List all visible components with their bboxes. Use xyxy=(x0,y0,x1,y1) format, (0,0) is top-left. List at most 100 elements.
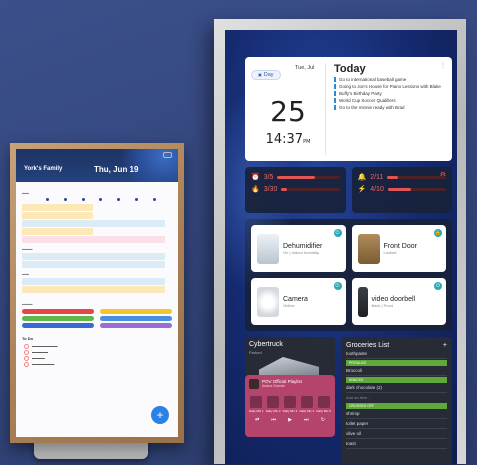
grocery-item[interactable]: Broccoli xyxy=(346,366,447,376)
event-text: Buffy's Birthday Party xyxy=(339,91,382,96)
grocery-items: toothpaste PRODUCE Broccoli SNACKS dark choc… xyxy=(346,349,447,449)
stat-value: 2/11 xyxy=(370,173,384,181)
mix-cover xyxy=(283,396,296,408)
grocery-header: Groceries List + xyxy=(346,342,447,349)
event-row[interactable] xyxy=(22,253,165,260)
mix-cover xyxy=(250,396,263,408)
day-number: 25 xyxy=(270,95,306,128)
mix-tile[interactable]: Daily Mix 1 xyxy=(249,396,264,413)
event-row[interactable] xyxy=(22,220,165,227)
event-list: Go to international baseball game Going t… xyxy=(334,77,446,110)
mix-list: Daily Mix 1 Daily Mix 2 Daily Mix 3 Daily M… xyxy=(249,396,331,413)
event-text: World Cup Soccer Qualifiers xyxy=(339,98,396,103)
left-header: York's Family Thu, Jun 19 xyxy=(16,149,178,182)
mix-cover xyxy=(317,396,330,408)
playback-controls: ⇄ ⏮ ▶ ⏭ ↻ xyxy=(249,417,331,423)
shuffle-icon[interactable]: ⇄ xyxy=(255,417,259,423)
clock-time: 14:37 xyxy=(265,132,304,147)
event-item[interactable]: Going to Jon's House for Piano Lessons w… xyxy=(334,84,446,89)
mix-tile[interactable]: Daily Mix 4 xyxy=(299,396,314,413)
stat-bar xyxy=(387,175,446,179)
grocery-item[interactable]: toast xyxy=(346,439,447,449)
stat-bar xyxy=(277,175,340,179)
stat-line: ⚡ 4/10 xyxy=(358,183,446,195)
grocery-item[interactable]: dark chocolate (2) xyxy=(346,383,447,393)
event-item[interactable]: Go to international baseball game xyxy=(334,77,446,82)
event-row[interactable] xyxy=(22,278,165,285)
grocery-item[interactable]: toothpaste xyxy=(346,349,447,359)
event-item[interactable]: Go to the minnie ready with Brad xyxy=(334,105,446,110)
left-date: Thu, Jun 19 xyxy=(94,165,139,174)
mix-tile[interactable]: Daily Mix 3 xyxy=(282,396,298,413)
device-name: Front Door xyxy=(383,242,417,250)
repeat-icon[interactable]: ↻ xyxy=(321,417,325,423)
power-icon[interactable]: ⏻ xyxy=(333,282,342,290)
mix-tile[interactable]: Daily Mix 5 xyxy=(316,396,331,413)
grocery-item[interactable]: toilet paper xyxy=(346,419,447,429)
device-front-door[interactable]: Front Door Locked 🔒 xyxy=(351,225,446,272)
dehumidifier-icon xyxy=(257,233,279,264)
stat-bar-fill xyxy=(277,175,315,179)
stat-card[interactable]: ⏰ 3/5 🔥 3/30 xyxy=(245,167,346,213)
date-card: Day Tue, Jul 25 14:37PM Today ⋮ Go to in… xyxy=(245,57,452,161)
stat-line: 🔥 3/30 xyxy=(251,183,340,195)
day-chip[interactable]: Day xyxy=(251,70,281,80)
camera-icon xyxy=(257,286,279,317)
add-item-input[interactable]: Add an item... xyxy=(346,393,447,402)
routine-row[interactable] xyxy=(22,309,172,314)
stat-bar-fill xyxy=(387,175,398,179)
mix-cover xyxy=(300,396,313,408)
calendar-label: ▬▬ xyxy=(22,272,29,276)
todo-item[interactable]: ▬▬▬▬▬▬▬ xyxy=(16,361,178,367)
grocery-item[interactable]: olive oil xyxy=(346,429,447,439)
left-view-button[interactable]: ▭ xyxy=(163,152,172,158)
add-fab-button[interactable]: + xyxy=(151,406,169,424)
add-item-button[interactable]: + xyxy=(443,342,447,349)
agenda-menu-icon[interactable]: ⋮ xyxy=(440,62,446,69)
mix-tile[interactable]: Daily Mix 2 xyxy=(266,396,281,413)
next-icon[interactable]: ⏭ xyxy=(304,417,309,423)
device-camera[interactable]: Camera Online ⏻ xyxy=(251,278,346,325)
playlist-artist: Ariana Grande xyxy=(262,384,285,388)
event-row[interactable] xyxy=(22,261,165,268)
stat-card[interactable]: ⚙ 🔔2/11 ⚡4/10 xyxy=(351,167,452,213)
power-icon[interactable]: ⏻ xyxy=(333,229,342,237)
album-art xyxy=(249,379,259,389)
device-name: Camera xyxy=(283,295,308,303)
grocery-item[interactable]: shrimp xyxy=(346,409,447,419)
stat-value: 3/30 xyxy=(263,185,278,193)
event-item[interactable]: Buffy's Birthday Party xyxy=(334,91,446,96)
event-row[interactable] xyxy=(22,236,165,243)
play-icon[interactable]: ▶ xyxy=(288,417,292,423)
event-row[interactable] xyxy=(22,212,94,219)
music-player[interactable]: POV Official Playlist Ariana Grande Dail… xyxy=(245,375,335,437)
power-icon[interactable]: ⏻ xyxy=(434,282,442,290)
lock-icon[interactable]: 🔒 xyxy=(434,229,442,237)
stat-bar-fill xyxy=(281,187,288,191)
stat-bar-fill xyxy=(387,187,412,191)
event-text: Go to the minnie ready with Brad xyxy=(339,105,405,110)
routine-row[interactable] xyxy=(22,323,172,328)
grocery-list: Groceries List + toothpaste PRODUCE Broccol… xyxy=(341,337,452,464)
device-status: On | Indoor humidity xyxy=(283,249,319,255)
event-row[interactable] xyxy=(22,204,94,211)
event-item[interactable]: World Cup Soccer Qualifiers xyxy=(334,98,446,103)
device-dehumidifier[interactable]: Dehumidifier On | Indoor humidity ⏻ xyxy=(251,225,346,272)
event-row[interactable] xyxy=(22,228,94,235)
family-name[interactable]: York's Family xyxy=(24,166,62,172)
event-text: Going to Jon's House for Piano Lessons w… xyxy=(339,84,441,89)
routines-label: ▬▬▬ xyxy=(22,302,33,306)
device-status: Back | Front xyxy=(371,302,394,308)
date-panel: Day Tue, Jul 25 14:37PM xyxy=(251,63,325,155)
event-row[interactable] xyxy=(22,286,165,293)
mix-label: Daily Mix 3 xyxy=(282,409,298,413)
todo-title: To Do xyxy=(22,336,34,341)
stat-bar xyxy=(281,187,340,191)
device-video-doorbell[interactable]: video doorbell Back | Front ⏻ xyxy=(351,278,446,325)
device-status: Locked xyxy=(383,249,397,255)
right-display-screen: Day Tue, Jul 25 14:37PM Today ⋮ Go to in… xyxy=(225,30,457,464)
week-strip[interactable] xyxy=(16,196,178,203)
routine-row[interactable] xyxy=(22,316,172,321)
previous-icon[interactable]: ⏮ xyxy=(271,417,276,423)
device-name: Dehumidifier xyxy=(283,242,323,250)
